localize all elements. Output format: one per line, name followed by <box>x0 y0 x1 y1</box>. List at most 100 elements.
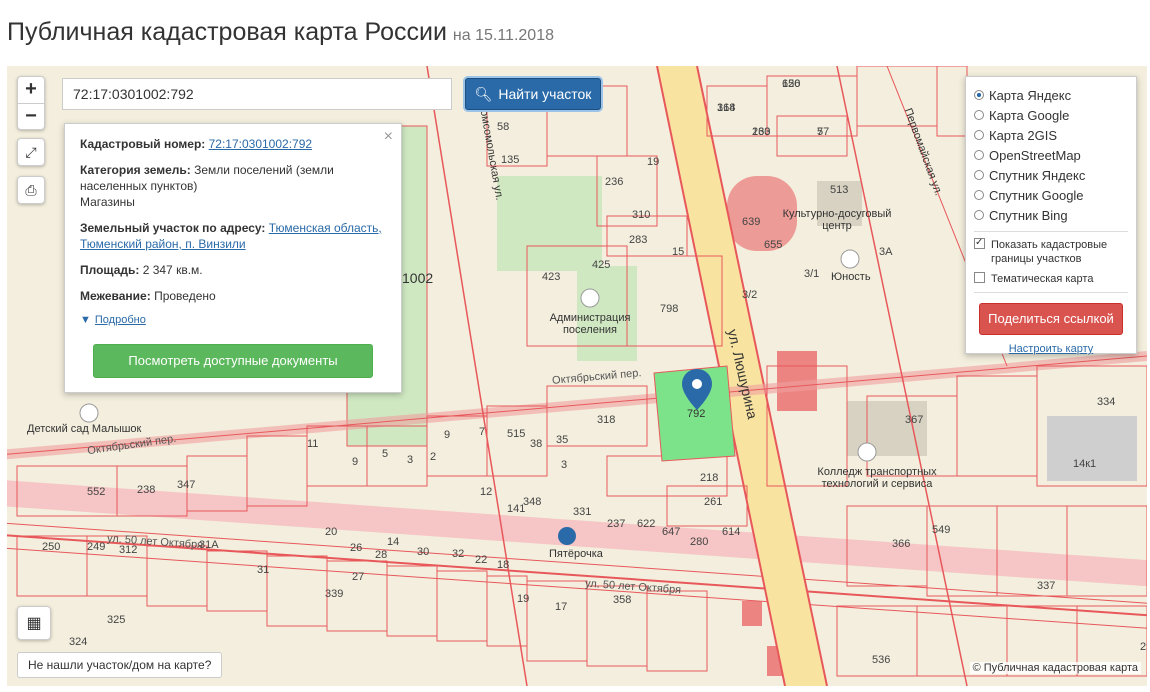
parcel-number-label: 261 <box>704 496 723 508</box>
cadastral-map[interactable]: 1002 Октябрьский пер. Октябрьский пер. у… <box>7 66 1147 686</box>
survey-row: Межевание: Проведено <box>80 288 386 304</box>
parcel-number-label: 283 <box>629 234 648 246</box>
parcel-number-label: 135 <box>501 154 520 166</box>
parcel-number-label: 423 <box>542 271 561 283</box>
category-label: Категория земель: <box>80 163 191 177</box>
layer-option-2gis-map[interactable]: Карта 2GIS <box>974 125 1128 145</box>
radio-icon[interactable] <box>974 150 984 160</box>
search-input[interactable]: 72:17:0301002:792 <box>62 78 452 110</box>
parcel-number-label: 425 <box>592 259 611 271</box>
parcel-number-label: 22 <box>475 554 488 566</box>
checkbox-icon[interactable] <box>974 272 985 283</box>
thematic-map-option[interactable]: Тематическая карта <box>974 272 1128 286</box>
configure-map-link[interactable]: Настроить карту <box>974 343 1128 355</box>
show-borders-option[interactable]: Показать кадастровые границы участков <box>974 236 1128 266</box>
parcel-number-label: 614 <box>722 526 741 538</box>
parcel-number-label: 15 <box>672 246 685 258</box>
not-found-button[interactable]: Не нашли участок/дом на карте? <box>17 652 223 678</box>
parcel-number-label: 549 <box>932 524 951 536</box>
parcel-number-label: 366 <box>892 538 911 550</box>
print-button[interactable]: ⎙ <box>17 176 45 204</box>
parcel-number-label: 126 <box>782 78 801 90</box>
cad-number-link[interactable]: 72:17:0301002:792 <box>209 137 312 151</box>
poi-culture-label: Культурно-досуговый центр <box>782 208 892 232</box>
parcel-number-label: 5 <box>382 448 389 460</box>
radio-icon[interactable] <box>974 110 984 120</box>
parcel-number-label: 536 <box>872 654 891 666</box>
radio-icon[interactable] <box>974 210 984 220</box>
area-label: Площадь: <box>80 263 140 277</box>
parcel-number-label: 256 <box>1140 641 1147 653</box>
radio-icon[interactable] <box>974 190 984 200</box>
layers-panel: Карта Яндекс Карта Google Карта 2GIS Ope… <box>965 76 1137 355</box>
layer-option-yandex-map[interactable]: Карта Яндекс <box>974 85 1128 105</box>
more-details-link[interactable]: ▼ Подробно <box>80 314 386 326</box>
radio-icon[interactable] <box>974 130 984 140</box>
poi-college-label: Колледж транспортных технологий и сервис… <box>817 466 937 490</box>
layer-label: Карта Яндекс <box>989 87 1072 103</box>
parcel-number-label: 552 <box>87 486 106 498</box>
parcel-number-label: 163 <box>752 126 771 138</box>
parcel-number-label: 639 <box>742 216 761 228</box>
radio-selected-icon[interactable] <box>974 90 984 100</box>
parcel-number-label: 331 <box>573 506 592 518</box>
more-details-label: Подробно <box>94 314 146 326</box>
parcel-number-label: 31 <box>257 564 270 576</box>
area-value: 2 347 кв.м. <box>142 263 203 277</box>
parcel-number-label: 3 <box>407 454 414 466</box>
layer-option-osm[interactable]: OpenStreetMap <box>974 145 1128 165</box>
parcel-number-label: 3/1 <box>804 268 820 280</box>
parcel-number-label: 11 <box>307 438 319 450</box>
divider <box>974 231 1128 232</box>
fullscreen-button[interactable]: ⤢ <box>17 138 45 166</box>
zoom-control: + − <box>17 76 45 130</box>
parcel-number-label: 337 <box>1037 580 1056 592</box>
cad-number-row: Кадастровый номер: 72:17:0301002:792 <box>80 136 386 152</box>
poi-yunost-label: Юность <box>831 271 871 283</box>
expand-icon: ⤢ <box>25 143 37 160</box>
parcel-number-label: 367 <box>905 414 924 426</box>
chevron-down-icon: ▼ <box>80 314 91 326</box>
parcel-number-label: 798 <box>660 303 679 315</box>
checkbox-checked-icon[interactable] <box>974 236 985 250</box>
divider <box>974 292 1128 293</box>
parcel-number-label: 9 <box>444 429 451 441</box>
parcel-number-label: 218 <box>700 472 719 484</box>
zoom-out-button[interactable]: − <box>18 104 44 130</box>
layer-option-google-satellite[interactable]: Спутник Google <box>974 185 1128 205</box>
layer-label: Спутник Google <box>989 187 1084 203</box>
legend-icon: ▦ <box>26 615 42 632</box>
parcel-number-label: 250 <box>42 541 61 553</box>
poi-shop-label: Пятёрочка <box>549 548 603 560</box>
parcel-number-label: 3/2 <box>742 289 758 301</box>
layer-label: Спутник Яндекс <box>989 167 1086 183</box>
search-icon: 🔍︎ <box>474 85 493 102</box>
parcel-number-label: 32 <box>452 548 465 560</box>
address-row: Земельный участок по адресу: Тюменская о… <box>80 220 386 252</box>
parcel-number-label: 14к1 <box>1073 458 1097 470</box>
category-extra: Магазины <box>80 195 135 209</box>
parcel-number-label: 310 <box>632 209 651 221</box>
close-icon[interactable]: × <box>384 128 393 146</box>
layer-option-yandex-satellite[interactable]: Спутник Яндекс <box>974 165 1128 185</box>
poi-kindergarten-label: Детский сад Малышок <box>27 423 142 435</box>
parcel-number-label: 312 <box>119 544 138 556</box>
layer-option-bing-satellite[interactable]: Спутник Bing <box>974 205 1128 225</box>
search-button-label: Найти участок <box>498 86 592 102</box>
parcel-number-label: 324 <box>69 636 88 648</box>
map-legend-button[interactable]: ▦ <box>17 606 51 640</box>
parcel-number-label: 19 <box>517 593 530 605</box>
parcel-info-card: × Кадастровый номер: 72:17:0301002:792 К… <box>64 123 402 393</box>
thematic-map-label: Тематическая карта <box>991 273 1094 285</box>
zoom-in-button[interactable]: + <box>18 77 44 104</box>
parcel-number-label: 7 <box>479 426 486 438</box>
share-link-button[interactable]: Поделиться ссылкой <box>979 303 1123 335</box>
parcel-number-label: 655 <box>764 239 783 251</box>
parcel-number-label: 17 <box>555 601 568 613</box>
radio-icon[interactable] <box>974 170 984 180</box>
search-button[interactable]: 🔍︎ Найти участок <box>465 78 601 110</box>
parcel-number-label: 30 <box>417 546 430 558</box>
layer-option-google-map[interactable]: Карта Google <box>974 105 1128 125</box>
parcel-number-label: 334 <box>1097 396 1116 408</box>
view-documents-button[interactable]: Посмотреть доступные документы <box>93 344 373 378</box>
